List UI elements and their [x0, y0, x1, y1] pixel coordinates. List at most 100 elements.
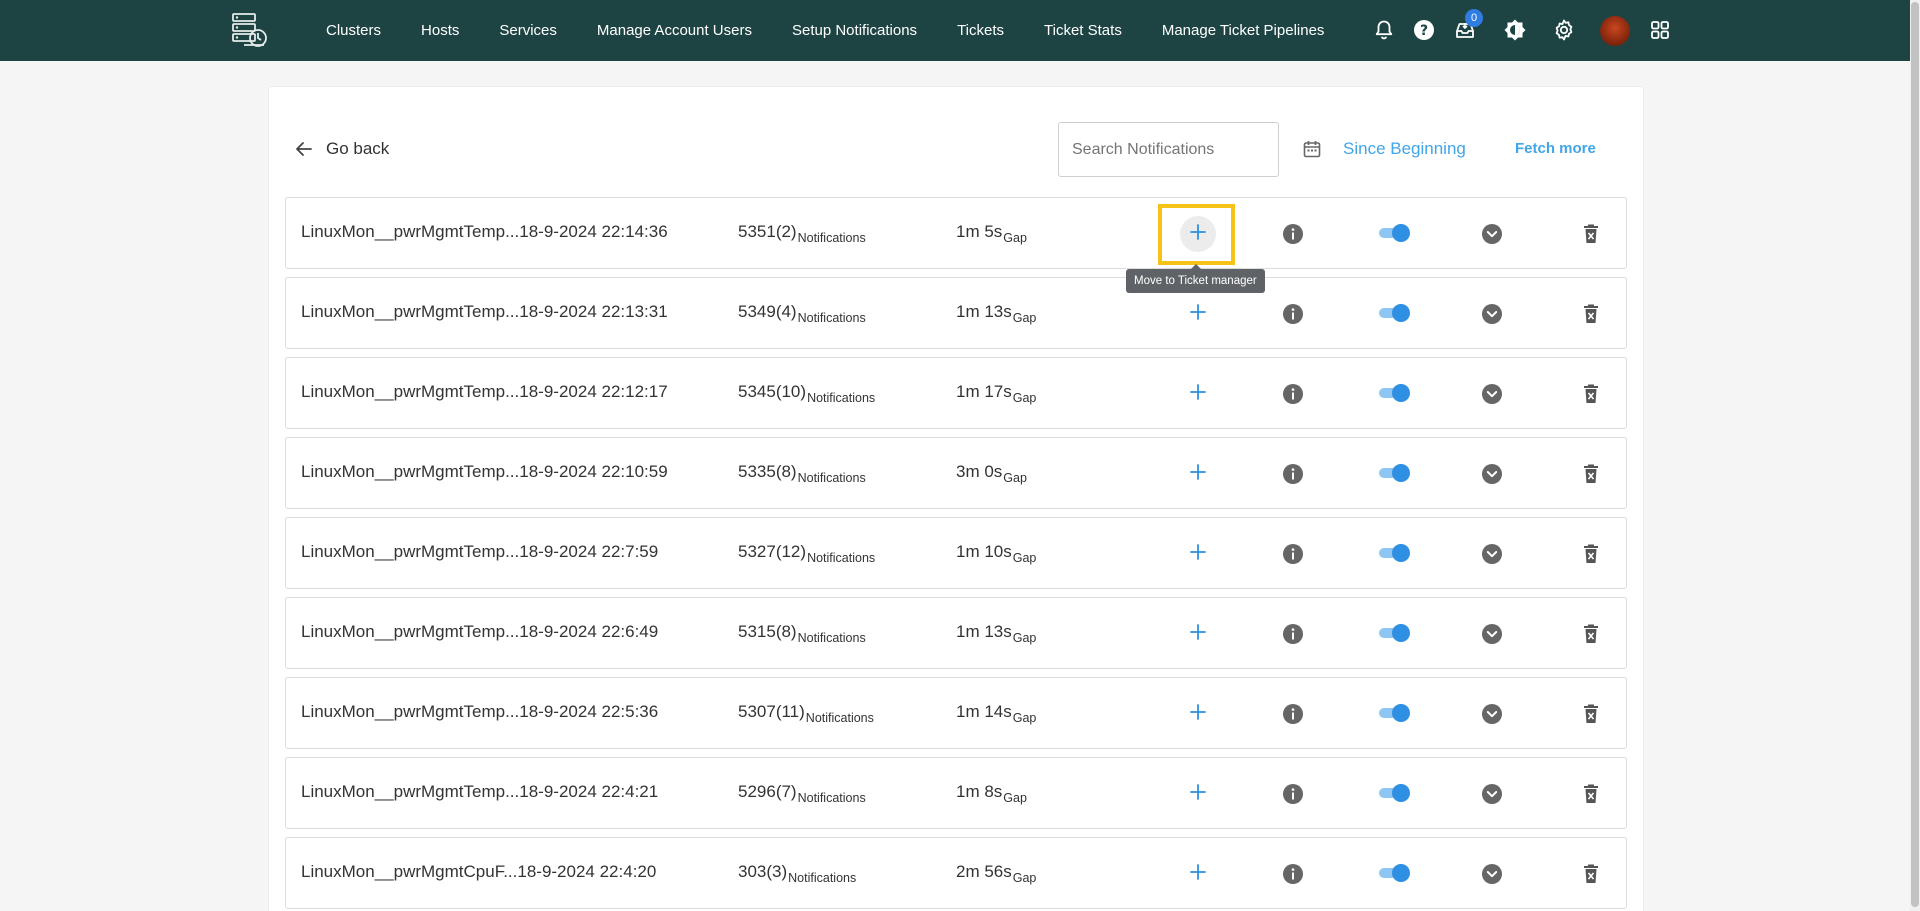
notification-row[interactable]: LinuxMon__pwrMgmtTemp...18-9-2024 22:5:3… — [285, 677, 1627, 749]
notification-title: LinuxMon__pwrMgmtCpuF...18-9-2024 22:4:2… — [301, 862, 656, 882]
enable-toggle[interactable] — [1379, 464, 1410, 482]
notification-row[interactable]: LinuxMon__pwrMgmtTemp...18-9-2024 22:13:… — [285, 277, 1627, 349]
nav-clusters[interactable]: Clusters — [306, 22, 401, 39]
notification-time: 18-9-2024 22:12:17 — [519, 382, 668, 401]
notification-time: 18-9-2024 22:4:21 — [519, 782, 659, 801]
info-icon[interactable] — [1282, 623, 1304, 645]
gap-value: 1m 13s — [956, 302, 1012, 321]
top-nav-bar: Clusters Hosts Services Manage Account U… — [0, 0, 1920, 61]
chevron-down-icon[interactable] — [1481, 623, 1503, 645]
avatar[interactable] — [1600, 16, 1630, 46]
move-to-ticket-manager-button[interactable] — [1180, 296, 1216, 332]
chevron-down-icon[interactable] — [1481, 223, 1503, 245]
theme-icon[interactable] — [1503, 18, 1527, 42]
nav-hosts[interactable]: Hosts — [401, 22, 479, 39]
notification-row[interactable]: LinuxMon__pwrMgmtTemp...18-9-2024 22:7:5… — [285, 517, 1627, 589]
notification-gap: 1m 5sGap — [956, 222, 1027, 245]
enable-toggle[interactable] — [1379, 544, 1410, 562]
notification-row[interactable]: LinuxMon__pwrMgmtTemp...18-9-2024 22:4:2… — [285, 757, 1627, 829]
info-icon[interactable] — [1282, 303, 1304, 325]
nav-setup-notifications[interactable]: Setup Notifications — [772, 22, 937, 39]
info-icon[interactable] — [1282, 863, 1304, 885]
delete-icon[interactable] — [1580, 223, 1602, 245]
gap-label: Gap — [1012, 311, 1037, 325]
gap-value: 1m 17s — [956, 382, 1012, 401]
move-to-ticket-manager-button[interactable] — [1180, 536, 1216, 572]
notification-row[interactable]: LinuxMon__pwrMgmtTemp...18-9-2024 22:14:… — [285, 197, 1627, 269]
chevron-down-icon[interactable] — [1481, 383, 1503, 405]
info-icon[interactable] — [1282, 463, 1304, 485]
gap-label: Gap — [1003, 471, 1027, 485]
move-to-ticket-manager-button[interactable] — [1180, 696, 1216, 732]
chevron-down-icon[interactable] — [1481, 703, 1503, 725]
delete-icon[interactable] — [1580, 303, 1602, 325]
inbox-button[interactable]: 0 — [1453, 9, 1483, 42]
notification-title: LinuxMon__pwrMgmtTemp...18-9-2024 22:6:4… — [301, 622, 658, 642]
notification-title: LinuxMon__pwrMgmtTemp...18-9-2024 22:13:… — [301, 302, 668, 322]
gap-label: Gap — [1012, 631, 1037, 645]
count-value: 303(3) — [738, 862, 788, 881]
gap-label: Gap — [1012, 711, 1037, 725]
plus-icon — [1189, 623, 1207, 646]
enable-toggle[interactable] — [1379, 224, 1410, 242]
vertical-scrollbar[interactable] — [1910, 0, 1920, 911]
chevron-down-icon[interactable] — [1481, 543, 1503, 565]
chevron-down-icon[interactable] — [1481, 783, 1503, 805]
move-to-ticket-manager-button[interactable] — [1180, 456, 1216, 492]
notification-row[interactable]: LinuxMon__pwrMgmtTemp...18-9-2024 22:10:… — [285, 437, 1627, 509]
move-to-ticket-manager-button[interactable] — [1180, 856, 1216, 892]
notification-row[interactable]: LinuxMon__pwrMgmtCpuF...18-9-2024 22:4:2… — [285, 837, 1627, 909]
apps-grid-icon[interactable] — [1648, 18, 1672, 42]
enable-toggle[interactable] — [1379, 624, 1410, 642]
calendar-icon[interactable] — [1302, 139, 1322, 159]
delete-icon[interactable] — [1580, 863, 1602, 885]
since-beginning-filter[interactable]: Since Beginning — [1343, 139, 1466, 159]
count-value: 5296(7) — [738, 782, 797, 801]
server-logo-icon[interactable] — [230, 11, 270, 49]
delete-icon[interactable] — [1580, 623, 1602, 645]
gap-value: 1m 5s — [956, 222, 1003, 241]
count-label: Notifications — [797, 631, 866, 645]
nav-services[interactable]: Services — [479, 22, 577, 39]
delete-icon[interactable] — [1580, 703, 1602, 725]
notification-row[interactable]: LinuxMon__pwrMgmtTemp...18-9-2024 22:6:4… — [285, 597, 1627, 669]
search-notifications-input[interactable] — [1058, 122, 1279, 177]
enable-toggle[interactable] — [1379, 384, 1410, 402]
nav-tickets[interactable]: Tickets — [937, 22, 1024, 39]
plus-icon — [1189, 303, 1207, 326]
scrollbar-thumb[interactable] — [1911, 2, 1919, 907]
delete-icon[interactable] — [1580, 543, 1602, 565]
delete-icon[interactable] — [1580, 783, 1602, 805]
plus-icon — [1189, 543, 1207, 566]
delete-icon[interactable] — [1580, 463, 1602, 485]
info-icon[interactable] — [1282, 543, 1304, 565]
delete-icon[interactable] — [1580, 383, 1602, 405]
chevron-down-icon[interactable] — [1481, 863, 1503, 885]
go-back-button[interactable]: Go back — [294, 136, 389, 162]
enable-toggle[interactable] — [1379, 304, 1410, 322]
gap-value: 3m 0s — [956, 462, 1003, 481]
help-icon[interactable]: ? — [1412, 18, 1436, 42]
chevron-down-icon[interactable] — [1481, 303, 1503, 325]
move-to-ticket-manager-button[interactable] — [1180, 776, 1216, 812]
nav-manage-account-users[interactable]: Manage Account Users — [577, 22, 772, 39]
bell-icon[interactable] — [1372, 18, 1396, 42]
notification-time: 18-9-2024 22:13:31 — [519, 302, 668, 321]
chevron-down-icon[interactable] — [1481, 463, 1503, 485]
gear-icon[interactable] — [1552, 18, 1576, 42]
nav-ticket-stats[interactable]: Ticket Stats — [1024, 22, 1142, 39]
move-to-ticket-manager-button[interactable] — [1180, 376, 1216, 412]
notification-name: LinuxMon__pwrMgmtCpuF... — [301, 862, 518, 881]
notification-row[interactable]: LinuxMon__pwrMgmtTemp...18-9-2024 22:12:… — [285, 357, 1627, 429]
info-icon[interactable] — [1282, 223, 1304, 245]
info-icon[interactable] — [1282, 703, 1304, 725]
fetch-more-button[interactable]: Fetch more — [1515, 140, 1596, 157]
info-icon[interactable] — [1282, 783, 1304, 805]
info-icon[interactable] — [1282, 383, 1304, 405]
enable-toggle[interactable] — [1379, 784, 1410, 802]
enable-toggle[interactable] — [1379, 864, 1410, 882]
nav-manage-ticket-pipelines[interactable]: Manage Ticket Pipelines — [1142, 22, 1345, 39]
enable-toggle[interactable] — [1379, 704, 1410, 722]
move-to-ticket-manager-button[interactable] — [1180, 616, 1216, 652]
plus-icon — [1189, 783, 1207, 806]
